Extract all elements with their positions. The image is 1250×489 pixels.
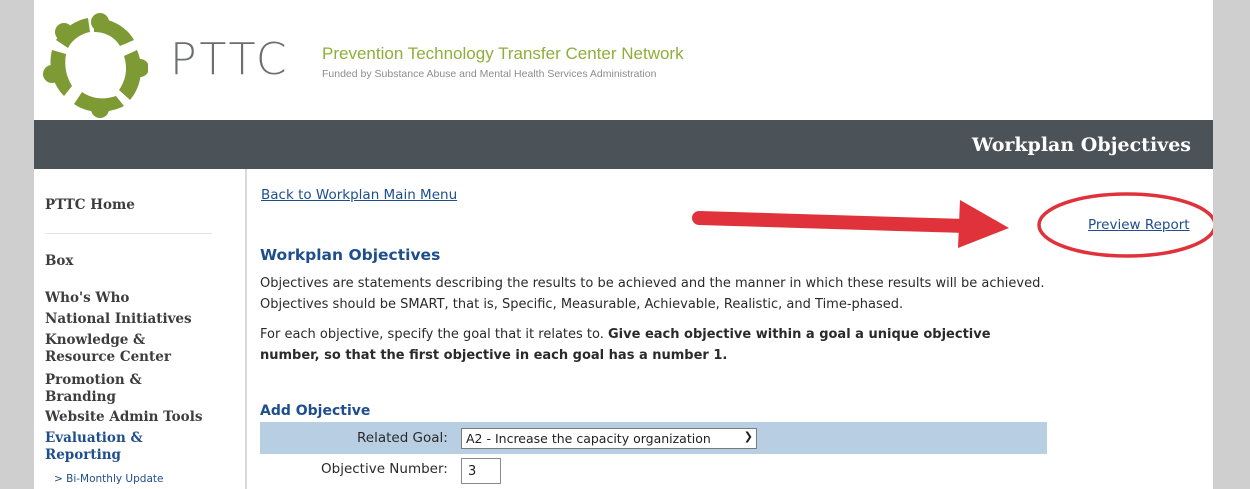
- funding-tagline: Funded by Substance Abuse and Mental Hea…: [322, 68, 657, 80]
- sidebar-item-national-initiatives[interactable]: National Initiatives: [45, 311, 192, 328]
- sidebar-subitem-bi-monthly-update[interactable]: > Bi-Monthly Update: [54, 473, 163, 485]
- section-title: Workplan Objectives: [260, 246, 441, 264]
- right-gutter: [1213, 0, 1250, 489]
- sidebar-item-box[interactable]: Box: [45, 253, 73, 270]
- left-gutter: [0, 0, 34, 489]
- sidebar-item-promotion-branding[interactable]: Promotion & Branding: [45, 372, 155, 406]
- pttc-logo-icon: [43, 13, 148, 118]
- page-title: Workplan Objectives: [971, 134, 1191, 156]
- instruction-plain: For each objective, specify the goal tha…: [260, 327, 604, 342]
- objective-number-label: Objective Number:: [321, 461, 448, 477]
- title-bar: Workplan Objectives: [34, 120, 1213, 169]
- sidebar-item-whos-who[interactable]: Who's Who: [45, 290, 129, 307]
- page: PTTC Prevention Technology Transfer Cent…: [34, 0, 1213, 489]
- sidebar-divider: [45, 233, 212, 234]
- objective-number-input[interactable]: 3: [461, 458, 501, 484]
- sidebar-item-knowledge-resource-center[interactable]: Knowledge & Resource Center: [45, 332, 195, 366]
- main-content: Back to Workplan Main Menu Preview Repor…: [260, 169, 1210, 489]
- sidebar-item-website-admin-tools[interactable]: Website Admin Tools: [45, 409, 202, 426]
- brand-name: PTTC: [170, 34, 290, 85]
- sidebar: PTTC Home Box Who's Who National Initiat…: [34, 169, 247, 489]
- objectives-intro: Objectives are statements describing the…: [260, 276, 1045, 312]
- related-goal-select[interactable]: A2 - Increase the capacity organization …: [461, 428, 757, 449]
- sidebar-item-pttc-home[interactable]: PTTC Home: [45, 197, 135, 214]
- related-goal-label: Related Goal:: [357, 430, 448, 446]
- add-objective-title: Add Objective: [260, 403, 371, 419]
- back-to-main-menu-link[interactable]: Back to Workplan Main Menu: [261, 187, 457, 203]
- objectives-instruction: For each objective, specify the goal tha…: [260, 324, 1050, 366]
- chevron-down-icon: ❯: [743, 430, 753, 443]
- related-goal-value: A2 - Increase the capacity organization: [466, 431, 711, 446]
- network-tagline: Prevention Technology Transfer Center Ne…: [322, 44, 684, 63]
- preview-report-link[interactable]: Preview Report: [1088, 217, 1190, 233]
- sidebar-item-evaluation-reporting[interactable]: Evaluation & Reporting: [45, 430, 155, 464]
